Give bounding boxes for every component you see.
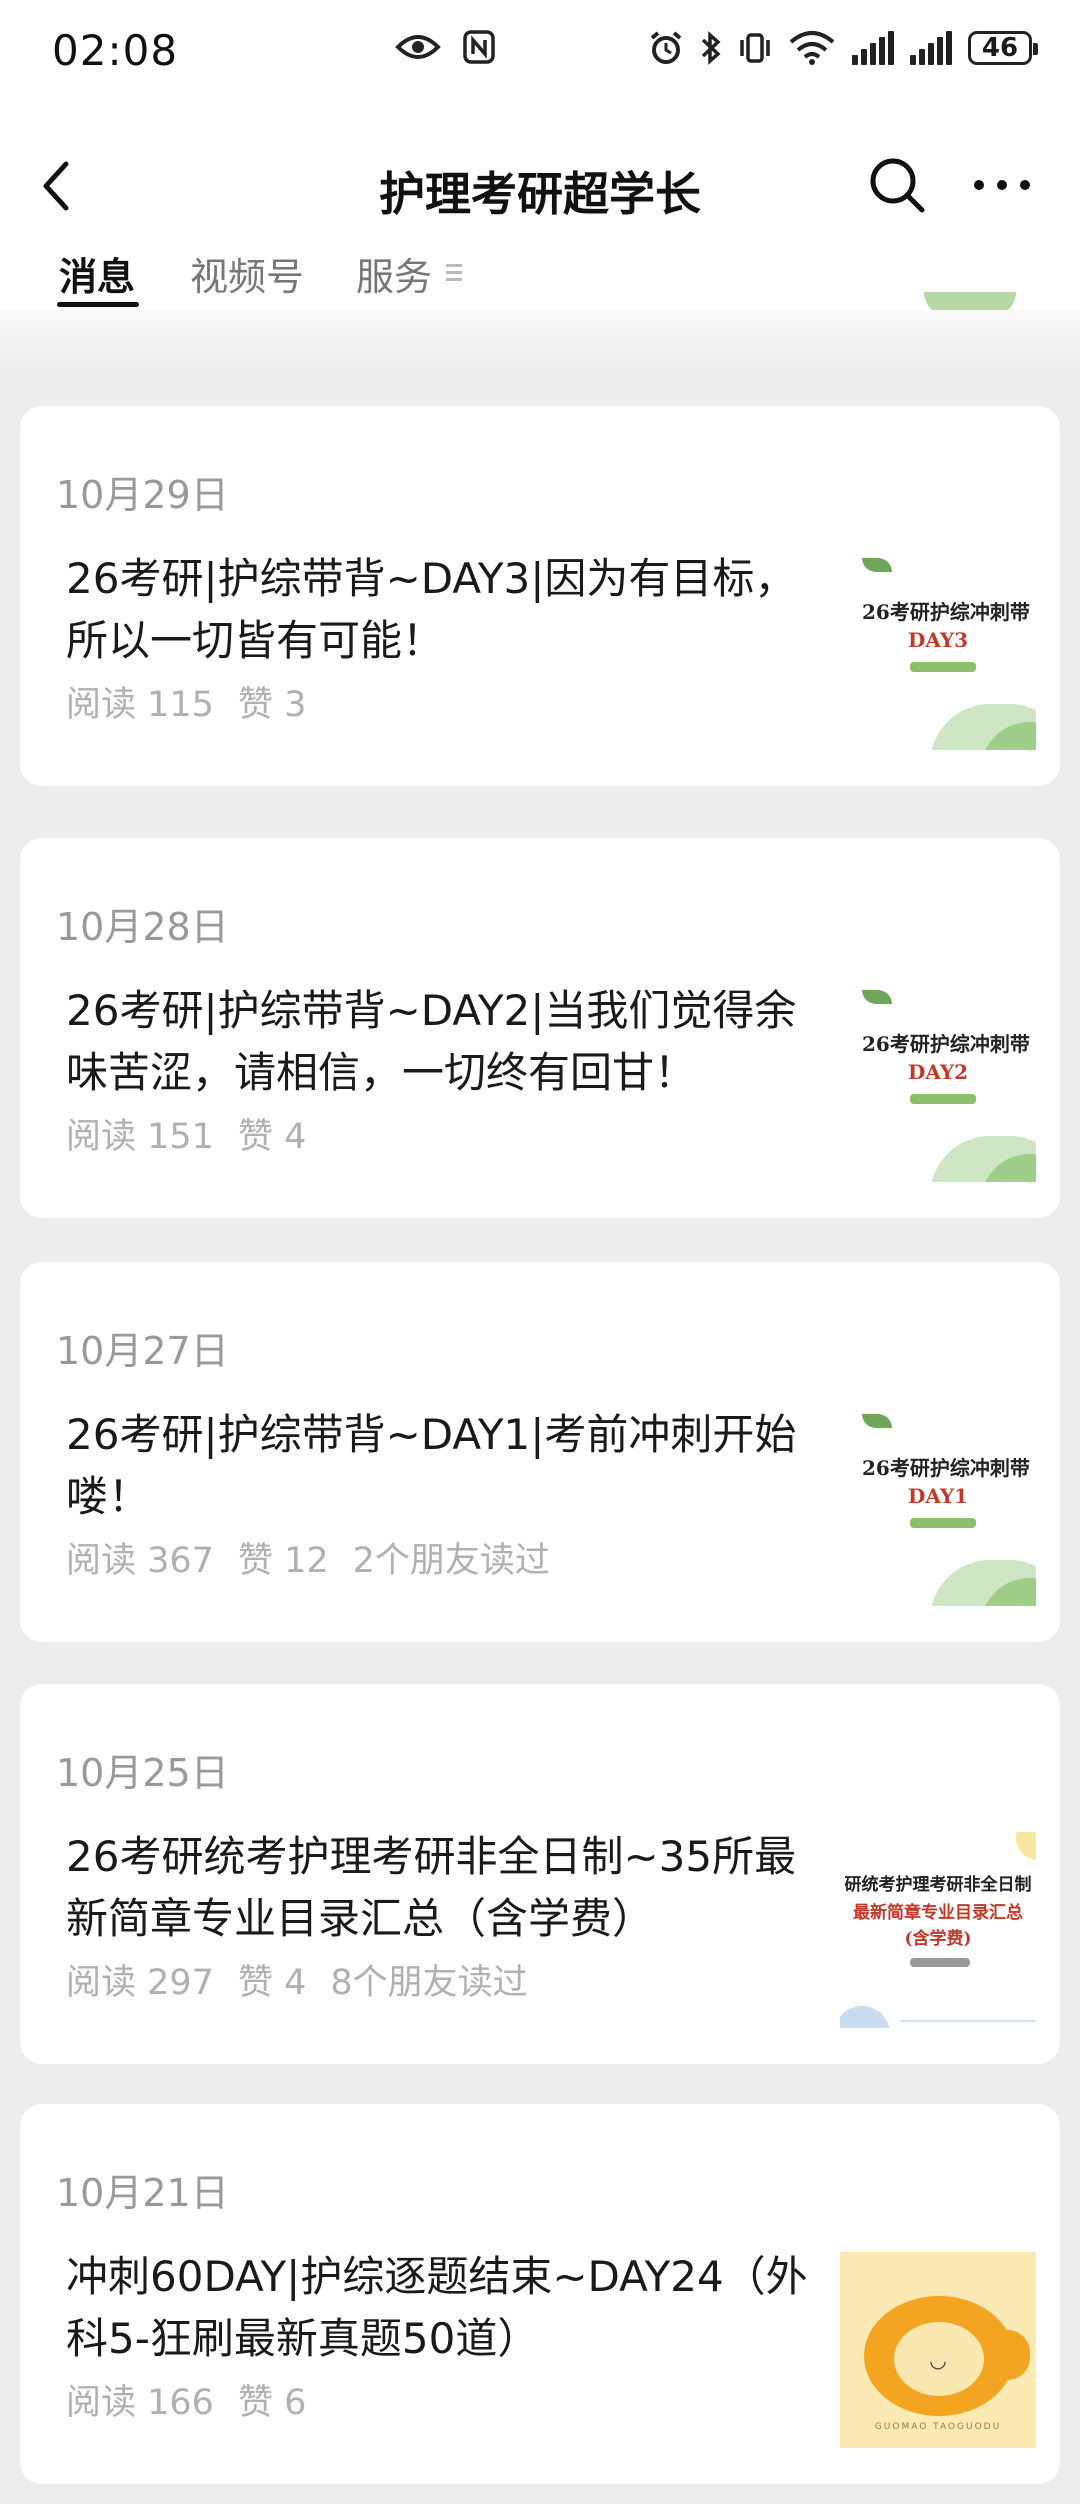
like-count: 赞 4: [237, 1963, 307, 2003]
status-time: 02:08: [52, 26, 179, 75]
article-date: 10月29日: [56, 473, 229, 517]
bluetooth-icon: [701, 31, 721, 65]
article-stats: 阅读 115 赞 3: [66, 676, 330, 727]
menu-lines-icon[interactable]: [446, 264, 462, 282]
article-thumbnail[interactable]: ◡ GUOMAO TAOGUODU: [840, 2252, 1036, 2448]
signal-icon: [852, 31, 894, 65]
article-title[interactable]: 26考研|护综带背~DAY1|考前冲刺开始喽！: [66, 1404, 836, 1528]
article-title[interactable]: 冲刺60DAY|护综逐题结束~DAY24（外科5-狂刷最新真题50道）: [66, 2246, 836, 2370]
article-stats: 阅读 166 赞 6: [66, 2374, 330, 2425]
read-count: 阅读 297: [66, 1963, 214, 2003]
tab-channels[interactable]: 视频号: [190, 246, 304, 301]
status-bar: 02:08 46: [0, 0, 1080, 110]
more-options-icon[interactable]: [974, 180, 1030, 194]
alarm-icon: [650, 31, 682, 64]
article-stats: 阅读 367 赞 12 2个朋友读过: [66, 1532, 574, 1583]
article-thumbnail[interactable]: 26考研护综冲刺带 DAY3: [840, 554, 1036, 750]
article-title[interactable]: 26考研统考护理考研非全日制~35所最新简章专业目录汇总（含学费）: [66, 1826, 836, 1950]
search-icon[interactable]: [866, 154, 928, 216]
article-stats: 阅读 297 赞 4 8个朋友读过: [66, 1954, 552, 2005]
tab-services[interactable]: 服务: [356, 246, 432, 301]
article-card[interactable]: 10月21日 冲刺60DAY|护综逐题结束~DAY24（外科5-狂刷最新真题50…: [20, 2104, 1060, 2484]
article-card[interactable]: 10月28日 26考研|护综带背~DAY2|当我们觉得余味苦涩，请相信，一切终有…: [20, 838, 1060, 1218]
article-date: 10月21日: [56, 2171, 229, 2215]
tab-messages[interactable]: 消息: [59, 246, 135, 301]
like-count: 赞 4: [237, 1117, 307, 1157]
friends-read: 2个朋友读过: [352, 1541, 550, 1581]
like-count: 赞 12: [237, 1541, 329, 1581]
article-title[interactable]: 26考研|护综带背~DAY2|当我们觉得余味苦涩，请相信，一切终有回甘！: [66, 980, 836, 1104]
article-date: 10月27日: [56, 1329, 229, 1373]
eye-icon: [395, 35, 441, 59]
like-count: 赞 3: [237, 685, 307, 725]
wifi-icon: [789, 31, 835, 65]
article-stats: 阅读 151 赞 4: [66, 1108, 330, 1159]
read-count: 阅读 166: [66, 2383, 214, 2423]
battery-indicator: 46: [968, 31, 1038, 65]
read-count: 阅读 367: [66, 1541, 214, 1581]
nfc-icon: [463, 30, 495, 64]
article-card[interactable]: 10月29日 26考研|护综带背~DAY3|因为有目标，所以一切皆有可能！ 阅读…: [20, 406, 1060, 786]
read-count: 阅读 151: [66, 1117, 214, 1157]
article-thumbnail[interactable]: 研统考护理考研非全日制 最新简章专业目录汇总 (含学费): [840, 1832, 1036, 2028]
like-count: 赞 6: [237, 2383, 307, 2423]
article-thumbnail[interactable]: 26考研护综冲刺带 DAY2: [840, 986, 1036, 1182]
article-date: 10月28日: [56, 905, 229, 949]
article-title[interactable]: 26考研|护综带背~DAY3|因为有目标，所以一切皆有可能！: [66, 548, 836, 672]
article-thumbnail[interactable]: 26考研护综冲刺带 DAY1: [840, 1410, 1036, 1606]
read-count: 阅读 115: [66, 685, 214, 725]
tab-bar: 消息 视频号 服务: [0, 238, 1080, 310]
vibrate-icon: [740, 33, 770, 63]
article-date: 10月25日: [56, 1751, 229, 1795]
active-tab-indicator: [57, 302, 139, 307]
friends-read: 8个朋友读过: [330, 1963, 528, 2003]
article-card[interactable]: 10月27日 26考研|护综带背~DAY1|考前冲刺开始喽！ 阅读 367 赞 1…: [20, 1262, 1060, 1642]
nav-bar: 护理考研超学长: [0, 110, 1080, 250]
article-card[interactable]: 10月25日 26考研统考护理考研非全日制~35所最新简章专业目录汇总（含学费）…: [20, 1684, 1060, 2064]
signal-icon-2: [910, 31, 952, 65]
